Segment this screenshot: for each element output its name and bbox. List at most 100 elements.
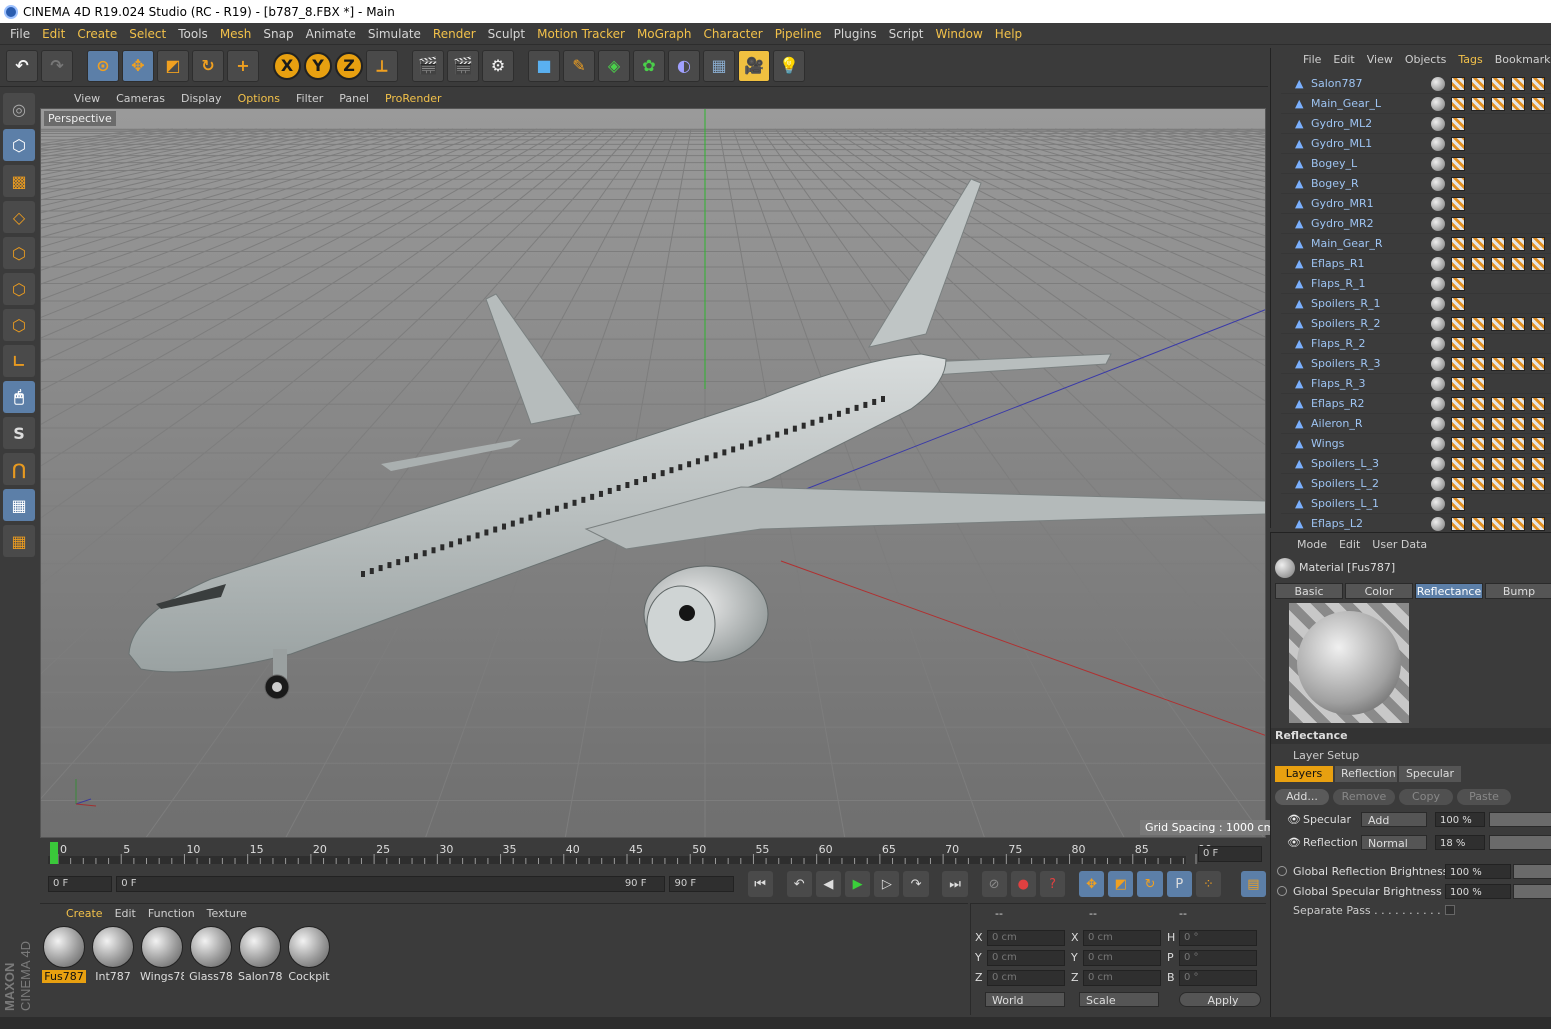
render-view-button[interactable]: 🎬 xyxy=(412,49,444,82)
apply-button[interactable]: Apply xyxy=(1179,992,1261,1007)
snap-icon[interactable]: ⋂ xyxy=(3,453,35,485)
texture-tag-icon[interactable] xyxy=(1471,96,1485,111)
object-row[interactable]: ▲ Gydro_ML2 xyxy=(1281,114,1551,134)
object-row[interactable]: ▲ Main_Gear_R xyxy=(1281,234,1551,254)
render-to-picture-viewer-button[interactable]: 🎬 xyxy=(447,49,479,82)
rotate-tool[interactable]: ↻ xyxy=(192,49,224,82)
texture-tag-icon[interactable] xyxy=(1451,276,1465,291)
redo-button[interactable]: ↷ xyxy=(41,49,73,82)
y-axis-lock[interactable]: Y xyxy=(304,51,332,80)
timeline-window-button[interactable]: ▤ xyxy=(1240,871,1266,897)
polygons-mode-icon[interactable]: ⬡ xyxy=(3,309,35,341)
object-menu-edit[interactable]: Edit xyxy=(1327,53,1360,66)
tweak-mode-icon[interactable]: 🖱 xyxy=(3,381,35,413)
texture-tag-icon[interactable] xyxy=(1451,356,1465,371)
texture-tag-icon[interactable] xyxy=(1531,436,1545,451)
texture-tag-icon[interactable] xyxy=(1471,236,1485,251)
paste-layer-button[interactable]: Paste xyxy=(1457,789,1511,805)
global-specular-slider[interactable] xyxy=(1513,884,1551,899)
texture-tag-icon[interactable] xyxy=(1491,436,1505,451)
keyframe-selection-button[interactable]: ⊘ xyxy=(981,871,1007,897)
separate-pass-checkbox[interactable] xyxy=(1445,905,1455,915)
global-reflection-slider[interactable] xyxy=(1513,864,1551,879)
reflection-strength-field[interactable]: 18 % xyxy=(1435,835,1485,850)
material-tag-icon[interactable] xyxy=(1431,496,1445,511)
coordinate-space-dropdown[interactable]: World xyxy=(985,992,1065,1007)
object-row[interactable]: ▲ Eflaps_R1 xyxy=(1281,254,1551,274)
object-menu-file[interactable]: File xyxy=(1297,53,1327,66)
material-tag-icon[interactable] xyxy=(1431,116,1445,131)
texture-tag-icon[interactable] xyxy=(1511,436,1525,451)
material-menu-function[interactable]: Function xyxy=(142,907,201,920)
coordinate-system-button[interactable]: ⟂ xyxy=(366,49,398,82)
object-row[interactable]: ▲ Flaps_R_3 xyxy=(1281,374,1551,394)
texture-tag-icon[interactable] xyxy=(1471,376,1485,391)
layer-tab-specular[interactable]: Specular xyxy=(1399,766,1461,782)
texture-tag-icon[interactable] xyxy=(1511,416,1525,431)
texture-tag-icon[interactable] xyxy=(1451,176,1465,191)
camera-button[interactable]: 🎥 xyxy=(738,49,770,82)
texture-tag-icon[interactable] xyxy=(1531,236,1545,251)
texture-tag-icon[interactable] xyxy=(1451,116,1465,131)
cloner-button[interactable]: ✿ xyxy=(633,49,665,82)
texture-tag-icon[interactable] xyxy=(1511,316,1525,331)
texture-tag-icon[interactable] xyxy=(1531,456,1545,471)
recent-tool[interactable]: + xyxy=(227,49,259,82)
key-pla-button[interactable]: ⁘ xyxy=(1195,871,1222,897)
go-to-start-button[interactable]: ⏮ xyxy=(747,871,773,897)
perspective-viewport[interactable] xyxy=(40,108,1266,838)
material-thumbnail[interactable]: Salon78 xyxy=(238,926,282,983)
coord-value-field[interactable]: 0 ° xyxy=(1179,970,1257,986)
viewport-menu-cameras[interactable]: Cameras xyxy=(108,92,173,105)
material-tag-icon[interactable] xyxy=(1431,396,1445,411)
texture-tag-icon[interactable] xyxy=(1451,496,1465,511)
texture-tag-icon[interactable] xyxy=(1531,316,1545,331)
texture-tag-icon[interactable] xyxy=(1451,456,1465,471)
texture-tag-icon[interactable] xyxy=(1531,256,1545,271)
material-tag-icon[interactable] xyxy=(1431,456,1445,471)
material-tag-icon[interactable] xyxy=(1431,316,1445,331)
next-key-button[interactable]: ↷ xyxy=(903,871,929,897)
object-menu-bookmarks[interactable]: Bookmarks xyxy=(1489,53,1551,66)
subdivision-button[interactable]: ◈ xyxy=(598,49,630,82)
material-thumbnail[interactable]: Fus787 xyxy=(42,926,86,983)
menu-render[interactable]: Render xyxy=(427,27,482,41)
material-tag-icon[interactable] xyxy=(1431,176,1445,191)
workplane-lock-icon[interactable]: ▦ xyxy=(3,489,35,521)
autokey-button[interactable]: ? xyxy=(1039,871,1066,897)
menu-plugins[interactable]: Plugins xyxy=(828,27,883,41)
attribute-menu-edit[interactable]: Edit xyxy=(1333,538,1366,551)
undo-button[interactable]: ↶ xyxy=(6,49,38,82)
object-menu-view[interactable]: View xyxy=(1361,53,1399,66)
tab-reflectance[interactable]: Reflectance xyxy=(1415,583,1483,599)
texture-mode-icon[interactable]: ▩ xyxy=(3,165,35,197)
specular-strength-slider[interactable] xyxy=(1489,812,1551,827)
menu-file[interactable]: File xyxy=(4,27,36,41)
timeline-ruler[interactable]: 051015202530354045505560657075808590 0 F xyxy=(40,840,1266,868)
texture-tag-icon[interactable] xyxy=(1451,76,1465,91)
texture-tag-icon[interactable] xyxy=(1451,376,1465,391)
material-tag-icon[interactable] xyxy=(1431,96,1445,111)
texture-tag-icon[interactable] xyxy=(1491,416,1505,431)
material-thumbnail[interactable]: Cockpit xyxy=(287,926,331,983)
specular-eye-icon[interactable]: 👁 xyxy=(1287,813,1301,826)
texture-tag-icon[interactable] xyxy=(1471,76,1485,91)
texture-tag-icon[interactable] xyxy=(1491,476,1505,491)
material-tag-icon[interactable] xyxy=(1431,436,1445,451)
tab-basic[interactable]: Basic xyxy=(1275,583,1343,599)
end-frame-field[interactable]: 90 F xyxy=(669,876,734,892)
object-row[interactable]: ▲ Wings xyxy=(1281,434,1551,454)
scale-tool[interactable]: ◩ xyxy=(157,49,189,82)
key-parameter-button[interactable]: P xyxy=(1166,871,1192,897)
object-row[interactable]: ▲ Spoilers_R_3 xyxy=(1281,354,1551,374)
texture-tag-icon[interactable] xyxy=(1511,516,1525,531)
copy-layer-button[interactable]: Copy xyxy=(1399,789,1453,805)
model-mode-icon[interactable]: ⬡ xyxy=(3,129,35,161)
coord-value-field[interactable]: 0 cm xyxy=(1083,950,1161,966)
key-scale-button[interactable]: ◩ xyxy=(1108,871,1134,897)
texture-tag-icon[interactable] xyxy=(1471,336,1485,351)
cube-primitive-button[interactable]: ■ xyxy=(528,49,560,82)
object-row[interactable]: ▲ Salon787 xyxy=(1281,74,1551,94)
texture-tag-icon[interactable] xyxy=(1531,416,1545,431)
material-tag-icon[interactable] xyxy=(1431,416,1445,431)
